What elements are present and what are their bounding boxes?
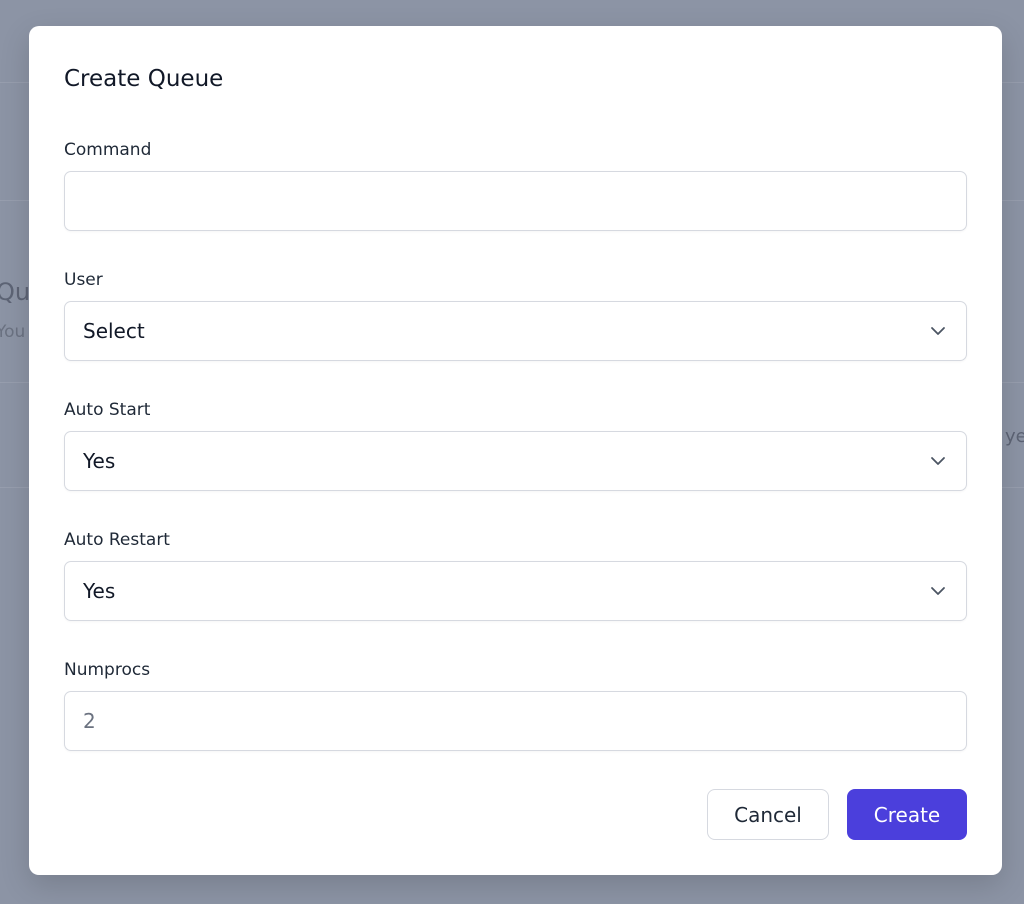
- user-field: User Select: [64, 270, 967, 361]
- chevron-down-icon: [931, 457, 945, 465]
- auto-restart-select[interactable]: Yes: [64, 561, 967, 621]
- command-input[interactable]: [64, 171, 967, 231]
- chevron-down-icon: [931, 327, 945, 335]
- background-cell: ye: [1005, 426, 1024, 447]
- auto-start-value: Yes: [83, 449, 116, 473]
- background-subtitle: You: [0, 322, 26, 342]
- command-label: Command: [64, 140, 152, 160]
- chevron-down-icon: [931, 587, 945, 595]
- background-heading: Qu: [0, 278, 31, 306]
- command-field: Command: [64, 140, 967, 231]
- auto-start-select[interactable]: Yes: [64, 431, 967, 491]
- user-select-value: Select: [83, 319, 145, 343]
- auto-start-label: Auto Start: [64, 400, 151, 420]
- create-button[interactable]: Create: [847, 789, 967, 840]
- user-select[interactable]: Select: [64, 301, 967, 361]
- create-queue-modal: Create Queue Command User Select Auto St…: [29, 26, 1002, 875]
- numprocs-label: Numprocs: [64, 660, 151, 680]
- modal-title: Create Queue: [64, 66, 224, 92]
- auto-restart-value: Yes: [83, 579, 116, 603]
- numprocs-input[interactable]: 2: [64, 691, 967, 751]
- auto-restart-label: Auto Restart: [64, 530, 170, 550]
- auto-restart-field: Auto Restart Yes: [64, 530, 967, 621]
- cancel-button[interactable]: Cancel: [707, 789, 829, 840]
- auto-start-field: Auto Start Yes: [64, 400, 967, 491]
- user-label: User: [64, 270, 103, 290]
- numprocs-field: Numprocs 2: [64, 660, 967, 751]
